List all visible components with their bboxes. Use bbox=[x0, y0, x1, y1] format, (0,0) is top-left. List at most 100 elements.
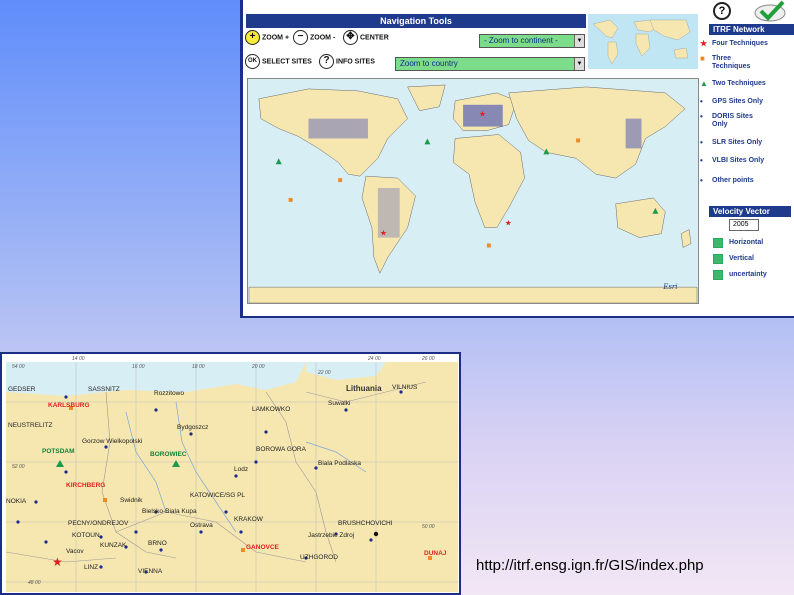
lat-tick: 54 00 bbox=[12, 364, 25, 370]
place-label: Bydgoszcz bbox=[177, 424, 209, 431]
horizontal-checkbox[interactable] bbox=[713, 238, 723, 248]
regional-map[interactable]: ★ bbox=[6, 362, 458, 592]
itrf-gis-panel: Navigation Tools + ZOOM + − ZOOM - ✥ CENTER… bbox=[240, 0, 794, 318]
dot-icon: • bbox=[700, 156, 703, 165]
itrf-network-title: ITRF Network bbox=[709, 24, 794, 35]
place-label: Vacov bbox=[66, 548, 84, 555]
dot-icon: • bbox=[700, 112, 703, 121]
legend-gps-only[interactable]: • GPS Sites Only bbox=[700, 98, 792, 106]
lon-tick: 22 00 bbox=[318, 370, 331, 376]
place-label: Jastrzebie Zdroj bbox=[308, 532, 355, 539]
center-button[interactable]: ✥ CENTER bbox=[343, 30, 389, 46]
site-square-marker bbox=[103, 498, 107, 502]
place-label: Gorzow Wielkopolski bbox=[82, 438, 143, 445]
square-icon: ■ bbox=[700, 54, 705, 63]
esri-logo: Esri bbox=[662, 283, 677, 291]
legend-vlbi-only[interactable]: • VLBI Sites Only bbox=[700, 157, 792, 165]
place-label: SASSNITZ bbox=[88, 386, 120, 393]
year-select[interactable]: 2005 bbox=[729, 219, 759, 231]
place-label: LINZ bbox=[84, 564, 99, 571]
chevron-down-icon: ▼ bbox=[574, 35, 584, 47]
country-label: Lithuania bbox=[346, 384, 382, 393]
place-label: VIENNA bbox=[138, 568, 163, 575]
dot-icon: • bbox=[700, 97, 703, 106]
lat-tick: 52 00 bbox=[12, 464, 25, 470]
place-label: GEDSER bbox=[8, 386, 36, 393]
star-icon: ★ bbox=[700, 39, 708, 48]
legend-four-techniques[interactable]: ★ Four Techniques bbox=[700, 40, 792, 48]
zoom-out-button[interactable]: − ZOOM - bbox=[293, 30, 335, 46]
zoom-in-button[interactable]: + ZOOM + bbox=[245, 30, 289, 46]
site-star-marker: ★ bbox=[52, 555, 63, 569]
place-label: KUNZAK bbox=[100, 542, 127, 549]
place-label: Biala Podlaska bbox=[318, 460, 361, 467]
place-label: KATOWICE/SG PL bbox=[190, 492, 246, 499]
legend-three-techniques[interactable]: ■ Three Techniques bbox=[700, 55, 762, 71]
place-label: UZHGOROD bbox=[300, 554, 338, 561]
place-label: BRNO bbox=[148, 540, 167, 547]
place-label: LAMKOWKO bbox=[252, 406, 291, 413]
svg-text:★: ★ bbox=[380, 229, 387, 238]
place-label: BOROWA GORA bbox=[256, 446, 306, 453]
zoom-country-select[interactable]: Zoom to country ▼ bbox=[395, 57, 585, 71]
vertical-label: Vertical bbox=[729, 255, 754, 262]
place-label: Suwalki bbox=[328, 400, 351, 407]
dot-icon: • bbox=[700, 176, 703, 185]
place-label: Lodz bbox=[234, 466, 249, 473]
regional-map-panel: ★ SASSNITZ Rozzitowo VILNIUS Lithuania K… bbox=[0, 352, 461, 595]
place-label: BRUSHCHOVICHI bbox=[338, 520, 393, 527]
legend-slr-only[interactable]: • SLR Sites Only bbox=[700, 139, 792, 147]
place-label: VILNIUS bbox=[392, 384, 418, 391]
uncertainty-label: uncertainty bbox=[729, 271, 767, 278]
legend-doris-only[interactable]: • DORIS Sites Only bbox=[700, 113, 762, 129]
place-label: BOROWIEC bbox=[150, 451, 187, 458]
place-label: KARLSBURG bbox=[48, 402, 90, 409]
place-label: NOKIA bbox=[6, 498, 27, 505]
place-label: Rozzitowo bbox=[154, 390, 184, 397]
svg-text:★: ★ bbox=[479, 110, 486, 119]
world-map[interactable]: ★ ★ ★ Esri bbox=[247, 78, 699, 304]
place-label: DUNAJ bbox=[424, 550, 447, 557]
place-label: POTSDAM bbox=[42, 448, 75, 455]
dot-icon: • bbox=[700, 138, 703, 147]
lon-tick: 18 00 bbox=[192, 364, 205, 370]
zoom-continent-select[interactable]: - Zoom to continent - ▼ bbox=[479, 34, 585, 48]
horizontal-label: Horizontal bbox=[729, 239, 764, 246]
zoom-out-icon: − bbox=[293, 30, 308, 45]
legend-other-points[interactable]: • Other points bbox=[700, 177, 792, 185]
place-label: Swidnik bbox=[120, 497, 143, 504]
lon-tick: 16 00 bbox=[132, 364, 145, 370]
place-label: PECNY/ONDREJOV bbox=[68, 520, 129, 527]
lon-tick: 20 00 bbox=[252, 364, 265, 370]
place-label: Ostrava bbox=[190, 522, 213, 529]
source-url: http://itrf.ensg.ign.fr/GIS/index.php bbox=[476, 557, 704, 574]
lon-tick: 26 00 bbox=[422, 356, 435, 362]
place-label: GANOVCE bbox=[246, 544, 279, 551]
triangle-icon: ▲ bbox=[700, 79, 708, 88]
lat-tick: 50 00 bbox=[422, 524, 435, 530]
ok-icon: OK bbox=[245, 54, 260, 69]
place-label: KIRCHBERG bbox=[66, 482, 106, 489]
place-label: Bielsko-Biala Kupa bbox=[142, 508, 197, 515]
uncertainty-checkbox[interactable] bbox=[713, 270, 723, 280]
center-icon: ✥ bbox=[343, 30, 358, 45]
site-square-marker bbox=[241, 548, 245, 552]
place-label: NEUSTRELITZ bbox=[8, 422, 53, 429]
help-icon[interactable]: ? bbox=[713, 2, 731, 20]
place-label: KRAKOW bbox=[234, 516, 263, 523]
lon-tick: 14 00 bbox=[72, 356, 85, 362]
lon-tick: 24 00 bbox=[368, 356, 381, 362]
chevron-down-icon: ▼ bbox=[574, 58, 584, 70]
velocity-vector-title: Velocity Vector bbox=[709, 206, 791, 217]
zoom-in-icon: + bbox=[245, 30, 260, 45]
select-sites-button[interactable]: OK SELECT SITES bbox=[245, 54, 312, 70]
checkmark-icon[interactable] bbox=[753, 0, 787, 22]
lat-tick: 48 00 bbox=[28, 580, 41, 586]
question-icon: ? bbox=[319, 54, 334, 69]
legend-two-techniques[interactable]: ▲ Two Techniques bbox=[700, 80, 792, 88]
vertical-checkbox[interactable] bbox=[713, 254, 723, 264]
place-label: KOTOUN bbox=[72, 532, 100, 539]
info-sites-button[interactable]: ? INFO SITES bbox=[319, 54, 375, 70]
navigation-tools-title: Navigation Tools bbox=[246, 14, 586, 28]
overview-map[interactable] bbox=[588, 14, 698, 69]
